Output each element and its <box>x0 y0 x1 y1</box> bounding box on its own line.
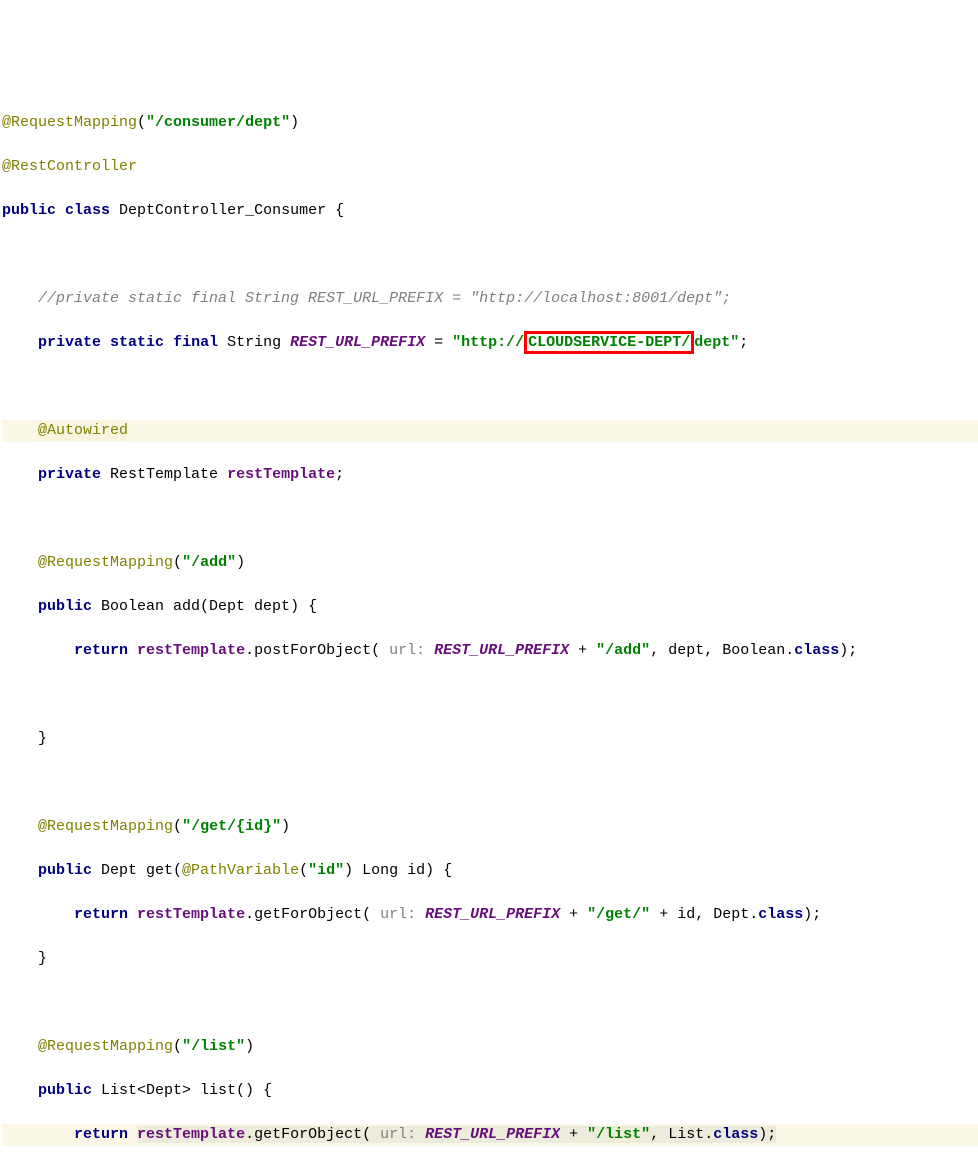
code-line: @RequestMapping("/get/{id}") <box>2 816 978 838</box>
annotation: @RequestMapping <box>2 114 137 131</box>
string-literal: "/get/" <box>587 906 650 923</box>
code-line: } <box>2 948 978 970</box>
annotation: @RequestMapping <box>38 818 173 835</box>
field-ref: restTemplate <box>137 642 245 659</box>
keyword: return <box>74 906 128 923</box>
code-line: public List<Dept> list() { <box>2 1080 978 1102</box>
code-line: public Boolean add(Dept dept) { <box>2 596 978 618</box>
comment: //private static final String REST_URL_P… <box>38 290 731 307</box>
keyword: static <box>110 334 164 351</box>
field-ref: restTemplate <box>137 906 245 923</box>
code-line <box>2 508 978 530</box>
code-line: } <box>2 728 978 750</box>
string-literal: "/list" <box>182 1038 245 1055</box>
code-line: @RequestMapping("/list") <box>2 1036 978 1058</box>
code-line: @RequestMapping("/add") <box>2 552 978 574</box>
annotation-autowired: @Autowired <box>38 420 128 442</box>
keyword: class <box>794 642 839 659</box>
code-line: //private static final String REST_URL_P… <box>2 288 978 310</box>
field-ref: restTemplate <box>137 1126 245 1143</box>
code-line <box>2 376 978 398</box>
constant-ref: REST_URL_PREFIX <box>425 906 560 923</box>
annotation: @RestController <box>2 158 137 175</box>
keyword: public <box>38 1082 92 1099</box>
code-line: return restTemplate.getForObject( url: R… <box>2 904 978 926</box>
annotation: @RequestMapping <box>38 1038 173 1055</box>
keyword: private <box>38 334 101 351</box>
code-editor[interactable]: @RequestMapping("/consumer/dept") @RestC… <box>0 88 978 1170</box>
annotation: @RequestMapping <box>38 554 173 571</box>
code-line <box>2 244 978 266</box>
constant-ref: REST_URL_PREFIX <box>425 1126 560 1143</box>
constant-ref: REST_URL_PREFIX <box>434 642 569 659</box>
code-line: public Dept get(@PathVariable("id") Long… <box>2 860 978 882</box>
keyword: return <box>74 1126 128 1143</box>
keyword: public <box>38 862 92 879</box>
keyword: public <box>2 202 56 219</box>
string-literal: "/get/{id}" <box>182 818 281 835</box>
code-line: @RequestMapping("/consumer/dept") <box>2 112 978 134</box>
string-literal: "/list" <box>587 1126 650 1143</box>
highlighted-service-name: CLOUDSERVICE-DEPT/ <box>524 331 694 354</box>
keyword: private <box>38 466 101 483</box>
code-line <box>2 772 978 794</box>
code-line: public class DeptController_Consumer { <box>2 200 978 222</box>
keyword: public <box>38 598 92 615</box>
keyword: class <box>65 202 110 219</box>
string-literal: "http:// <box>452 334 524 351</box>
annotation: @PathVariable <box>182 862 299 879</box>
parameter-hint: url: <box>380 642 434 659</box>
string-literal: "/add" <box>182 554 236 571</box>
string-literal: "/consumer/dept" <box>146 114 290 131</box>
code-line <box>2 992 978 1014</box>
keyword: return <box>74 642 128 659</box>
string-literal: dept" <box>694 334 739 351</box>
keyword: final <box>173 334 218 351</box>
keyword: class <box>713 1126 758 1143</box>
constant: REST_URL_PREFIX <box>290 334 425 351</box>
code-line: private static final String REST_URL_PRE… <box>2 332 978 354</box>
code-line: return restTemplate.getForObject( url: R… <box>2 1124 978 1146</box>
code-line: return restTemplate.postForObject( url: … <box>2 640 978 662</box>
code-line: @RestController <box>2 156 978 178</box>
keyword: class <box>758 906 803 923</box>
parameter-hint: url: <box>371 1126 425 1143</box>
string-literal: "id" <box>308 862 344 879</box>
code-line <box>2 684 978 706</box>
code-line: private RestTemplate restTemplate; <box>2 464 978 486</box>
string-literal: "/add" <box>596 642 650 659</box>
field-name: restTemplate <box>227 466 335 483</box>
code-line: @Autowired <box>2 420 978 442</box>
parameter-hint: url: <box>371 906 425 923</box>
